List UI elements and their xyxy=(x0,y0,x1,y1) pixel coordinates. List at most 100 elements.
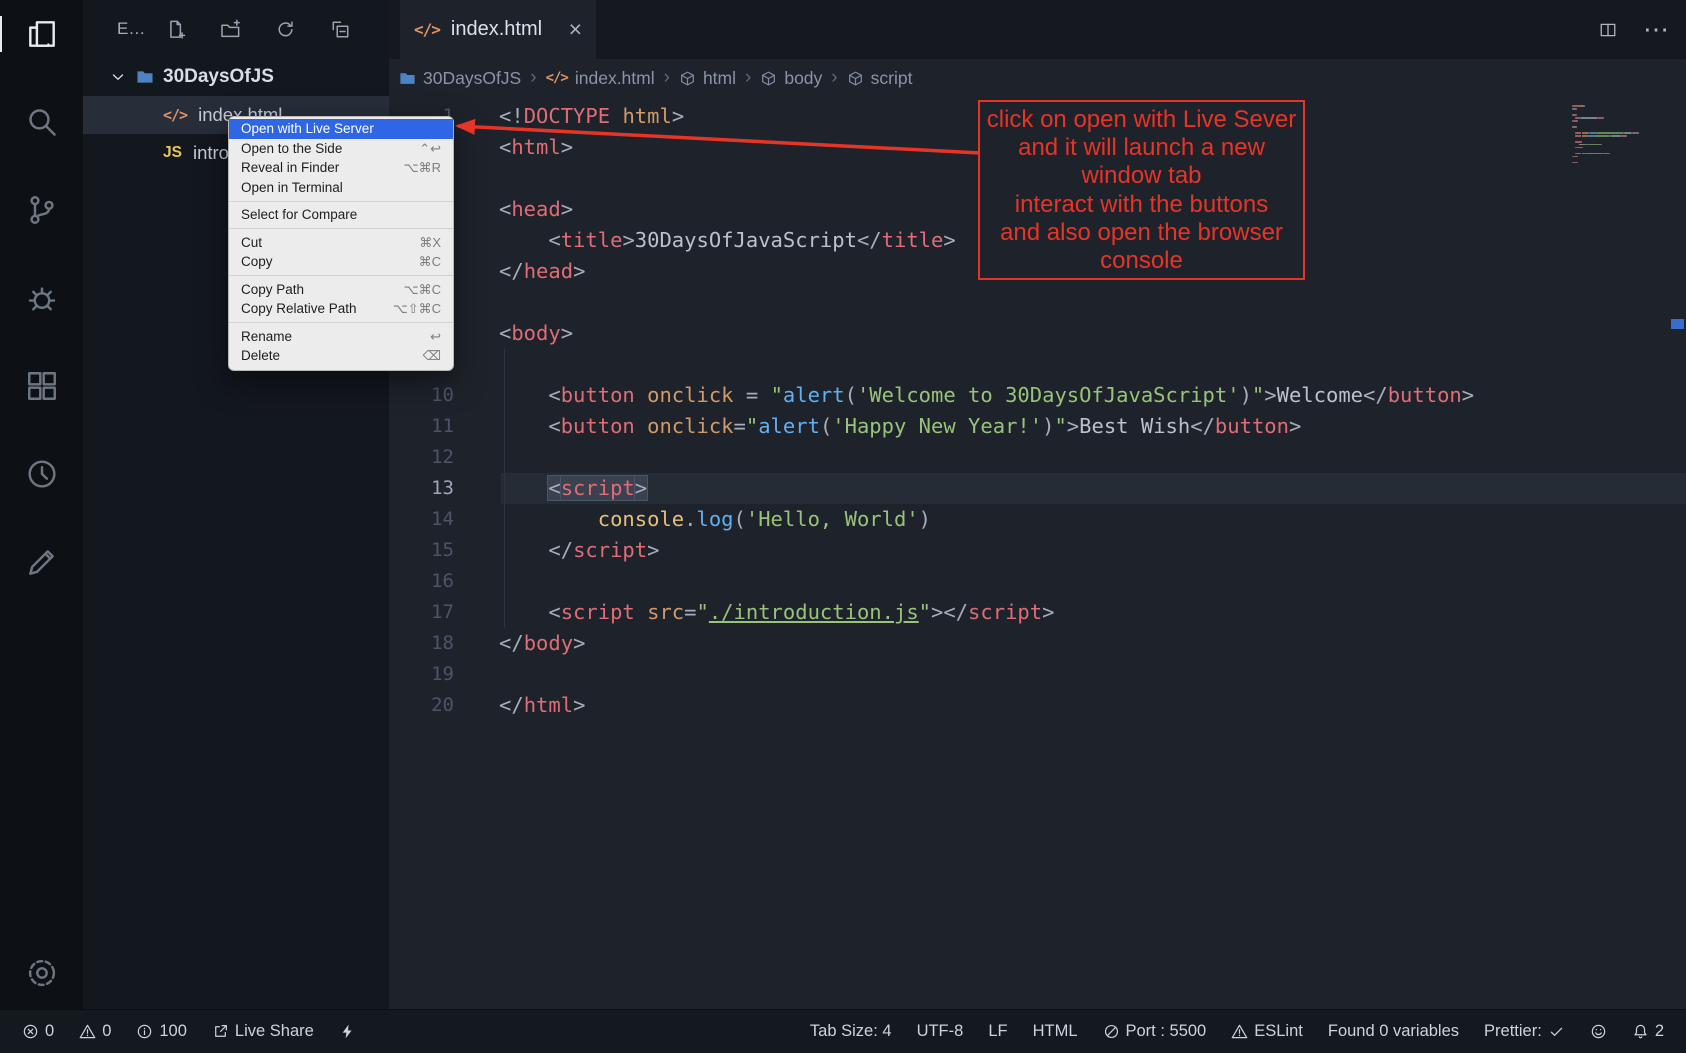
code-line-12[interactable]: 12 xyxy=(389,442,1686,473)
menu-separator xyxy=(229,228,453,229)
status-tab-size-4[interactable]: Tab Size: 4 xyxy=(810,1022,892,1041)
status-found-0-variables[interactable]: Found 0 variables xyxy=(1328,1022,1459,1041)
warning-icon xyxy=(79,1023,96,1040)
code-text xyxy=(454,287,499,318)
code-text: <button onclick = "alert('Welcome to 30D… xyxy=(454,380,1474,411)
close-tab-icon[interactable]: × xyxy=(569,18,582,41)
status-lf[interactable]: LF xyxy=(988,1022,1007,1041)
status-port-port-5500[interactable]: Port : 5500 xyxy=(1103,1022,1207,1041)
annotation-box: click on open with Live Sever and it wil… xyxy=(978,100,1305,280)
code-text: <!DOCTYPE html> xyxy=(454,101,684,132)
code-line-14[interactable]: 14 console.log('Hello, World') xyxy=(389,504,1686,535)
status-warning-eslint[interactable]: ESLint xyxy=(1231,1022,1303,1041)
code-line-16[interactable]: 16 xyxy=(389,566,1686,597)
menu-item-shortcut: ⌃↩ xyxy=(419,141,441,157)
port-icon xyxy=(1103,1023,1120,1040)
line-number: 16 xyxy=(389,566,454,597)
search-icon xyxy=(25,105,59,139)
status-smiley[interactable] xyxy=(1590,1023,1607,1040)
menu-item-shortcut: ⌥⌘C xyxy=(404,282,441,298)
menu-item-label: Copy Relative Path xyxy=(241,301,357,317)
code-text: </script> xyxy=(454,535,659,566)
status-error-0[interactable]: 0 xyxy=(22,1022,54,1041)
menu-item-open-to-the-side[interactable]: Open to the Side⌃↩ xyxy=(229,139,453,159)
menu-item-copy-path[interactable]: Copy Path⌥⌘C xyxy=(229,280,453,300)
live-share-icon xyxy=(212,1023,229,1040)
breadcrumb-body[interactable]: body xyxy=(760,68,822,89)
status-utf-8[interactable]: UTF-8 xyxy=(917,1022,964,1041)
breadcrumb-separator: › xyxy=(831,67,837,89)
menu-separator xyxy=(229,322,453,323)
code-line-17[interactable]: 17 <script src="./introduction.js"></scr… xyxy=(389,597,1686,628)
status-label: UTF-8 xyxy=(917,1022,964,1041)
status-info-100[interactable]: 100 xyxy=(136,1022,187,1041)
code-text: </html> xyxy=(454,690,585,721)
smiley-icon xyxy=(1590,1023,1607,1040)
code-line-15[interactable]: 15 </script> xyxy=(389,535,1686,566)
menu-item-delete[interactable]: Delete⌫ xyxy=(229,346,453,366)
menu-item-select-for-compare[interactable]: Select for Compare xyxy=(229,205,453,225)
minimap[interactable] xyxy=(1572,105,1672,165)
activity-timeline[interactable] xyxy=(20,454,64,494)
breadcrumb-separator: › xyxy=(664,67,670,89)
context-menu: Open with Live ServerOpen to the Side⌃↩R… xyxy=(228,116,454,371)
status-label: 0 xyxy=(102,1022,111,1041)
gear-icon xyxy=(25,956,59,990)
breadcrumb-index-html[interactable]: </>index.html xyxy=(546,68,655,89)
status-html[interactable]: HTML xyxy=(1033,1022,1078,1041)
activity-explorer[interactable] xyxy=(20,14,64,54)
status-prettier[interactable]: Prettier: xyxy=(1484,1022,1565,1041)
refresh-button[interactable] xyxy=(273,17,297,41)
menu-item-rename[interactable]: Rename↩ xyxy=(229,327,453,347)
activity-settings[interactable] xyxy=(20,953,64,993)
status-bell-2[interactable]: 2 xyxy=(1632,1022,1664,1041)
code-line-8[interactable]: 8<body> xyxy=(389,318,1686,349)
clock-icon xyxy=(25,457,59,491)
code-line-19[interactable]: 19 xyxy=(389,659,1686,690)
tab-index-html[interactable]: </> index.html × xyxy=(400,0,596,59)
menu-separator xyxy=(229,275,453,276)
status-bar: 0 0 100 Live Share Tab Size: 4 UTF-8 LF HTML Po… xyxy=(0,1009,1686,1053)
menu-item-reveal-in-finder[interactable]: Reveal in Finder⌥⌘R xyxy=(229,158,453,178)
activity-source-control[interactable] xyxy=(20,190,64,230)
split-editor-icon[interactable] xyxy=(1599,21,1617,39)
code-line-9[interactable]: 9 xyxy=(389,349,1686,380)
new-folder-button[interactable] xyxy=(218,17,242,41)
status-live-share-live-share[interactable]: Live Share xyxy=(212,1022,314,1041)
menu-item-cut[interactable]: Cut⌘X xyxy=(229,233,453,253)
code-line-7[interactable]: 7 xyxy=(389,287,1686,318)
new-file-button[interactable] xyxy=(163,17,187,41)
minimap-line xyxy=(1572,111,1672,113)
status-label: Found 0 variables xyxy=(1328,1022,1459,1041)
symbol-icon xyxy=(760,70,777,87)
menu-item-open-in-terminal[interactable]: Open in Terminal xyxy=(229,178,453,198)
status-label: 2 xyxy=(1655,1022,1664,1041)
menu-item-open-with-live-server[interactable]: Open with Live Server xyxy=(229,119,453,139)
more-actions-icon[interactable]: ⋯ xyxy=(1643,14,1670,45)
menu-item-shortcut: ⌫ xyxy=(423,348,441,364)
code-line-20[interactable]: 20</html> xyxy=(389,690,1686,721)
code-line-11[interactable]: 11 <button onclick="alert('Happy New Yea… xyxy=(389,411,1686,442)
code-line-13[interactable]: 13 <script> xyxy=(389,473,1686,504)
activity-run-debug[interactable] xyxy=(20,278,64,318)
breadcrumb-30daysofjs[interactable]: 30DaysOfJS xyxy=(399,68,521,89)
menu-item-shortcut: ⌘X xyxy=(419,235,441,251)
tab-bar: </> index.html × ⋯ xyxy=(389,0,1686,59)
activity-extensions[interactable] xyxy=(20,366,64,406)
breadcrumb-label: index.html xyxy=(575,68,655,89)
tree-root-folder[interactable]: 30DaysOfJS xyxy=(83,58,389,96)
line-number: 19 xyxy=(389,659,454,690)
collapse-all-button[interactable] xyxy=(328,17,352,41)
menu-item-copy-relative-path[interactable]: Copy Relative Path⌥⇧⌘C xyxy=(229,299,453,319)
activity-feedback[interactable] xyxy=(20,542,64,582)
breadcrumb-label: 30DaysOfJS xyxy=(423,68,521,89)
code-line-10[interactable]: 10 <button onclick = "alert('Welcome to … xyxy=(389,380,1686,411)
code-line-18[interactable]: 18</body> xyxy=(389,628,1686,659)
activity-search[interactable] xyxy=(20,102,64,142)
status-zap[interactable] xyxy=(339,1023,356,1040)
breadcrumb-html[interactable]: html xyxy=(679,68,736,89)
minimap-line xyxy=(1572,162,1672,164)
status-warning-0[interactable]: 0 xyxy=(79,1022,111,1041)
menu-item-copy[interactable]: Copy⌘C xyxy=(229,252,453,272)
breadcrumb-script[interactable]: script xyxy=(847,68,913,89)
